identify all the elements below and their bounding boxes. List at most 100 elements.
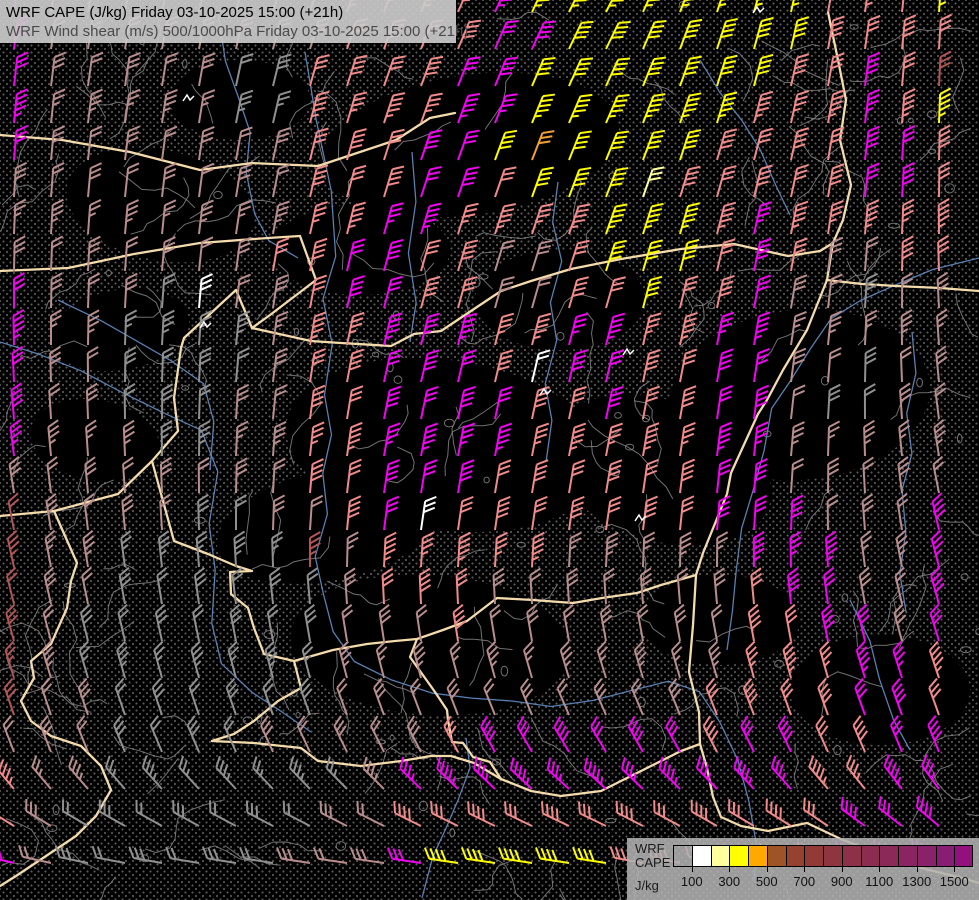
wind-barb xyxy=(679,0,703,13)
contour-squiggle xyxy=(15,108,48,198)
wind-barb xyxy=(572,846,607,864)
legend-tick-label: 1500 xyxy=(939,874,969,889)
wind-barb xyxy=(124,88,141,124)
wind-barb xyxy=(765,798,792,827)
contour-loop xyxy=(182,59,188,69)
wind-barb xyxy=(596,640,609,679)
wind-barb xyxy=(153,640,165,679)
wind-barb xyxy=(568,20,594,50)
contour-loop xyxy=(193,516,206,524)
wind-barb xyxy=(235,347,250,383)
legend-color-cell xyxy=(673,845,692,867)
contour-squiggle xyxy=(908,763,953,841)
legend-color-cell xyxy=(804,845,823,867)
wind-barb xyxy=(161,383,174,420)
contour-squiggle xyxy=(258,841,323,852)
wind-barb xyxy=(193,567,207,605)
wind-barb xyxy=(599,603,613,642)
contour-squiggle xyxy=(559,894,565,900)
contour-loop xyxy=(907,117,914,124)
legend-color-cell xyxy=(691,845,711,867)
wind-barb xyxy=(864,14,881,50)
wind-barb xyxy=(42,603,55,642)
wind-barb xyxy=(13,88,29,124)
legend-tick xyxy=(729,867,731,872)
wind-barb xyxy=(346,311,365,346)
wind-barb xyxy=(44,529,57,568)
wind-barb xyxy=(827,163,845,198)
contour-squiggle xyxy=(147,758,179,795)
wind-barb xyxy=(790,494,804,531)
wind-barb xyxy=(556,678,570,716)
wind-barb xyxy=(790,53,810,87)
wind-barb xyxy=(931,492,946,531)
wind-barb xyxy=(621,757,644,790)
wind-barb xyxy=(642,93,666,124)
contour-squiggle xyxy=(613,62,675,95)
legend-colorbar xyxy=(673,845,973,867)
map-graphics xyxy=(0,0,979,900)
legend-color-cell xyxy=(935,845,955,867)
legend-color-cell xyxy=(954,845,973,867)
wind-barb xyxy=(227,640,240,679)
wind-barb xyxy=(705,677,719,716)
contour-loop xyxy=(956,433,963,444)
wind-barb xyxy=(935,345,948,383)
wind-barb xyxy=(235,457,248,494)
wind-barb xyxy=(679,18,703,50)
wind-barb xyxy=(823,567,836,605)
wind-barb xyxy=(633,640,647,679)
wind-barb xyxy=(603,567,616,605)
wind-barb xyxy=(197,457,210,494)
wind-barb xyxy=(114,677,127,716)
wind-barb xyxy=(679,275,699,309)
legend-color-cell xyxy=(766,845,786,867)
wind-barb xyxy=(531,0,557,13)
wind-barb xyxy=(864,236,879,272)
wind-barb xyxy=(467,801,496,827)
contour-squiggle xyxy=(781,43,820,61)
legend-tick-label: 700 xyxy=(793,874,816,889)
wind-barb xyxy=(642,129,666,161)
wind-barb xyxy=(702,715,719,753)
contour-squiggle xyxy=(0,630,6,635)
contour-squiggle xyxy=(0,664,44,678)
wind-barb xyxy=(716,165,737,198)
wind-barb xyxy=(716,275,735,309)
wind-barb xyxy=(679,202,700,235)
wind-barb xyxy=(642,275,663,309)
contour-squiggle xyxy=(103,564,136,571)
wind-barb xyxy=(789,530,802,568)
wind-barb xyxy=(742,677,758,716)
wind-barb xyxy=(393,801,422,827)
wind-barb xyxy=(245,800,274,827)
title-box: WRF CAPE (J/kg) Friday 03-10-2025 15:00 … xyxy=(0,0,468,43)
wind-barb xyxy=(192,603,204,642)
wind-barb xyxy=(901,161,916,198)
wind-barb xyxy=(457,239,479,272)
contour-loop xyxy=(849,24,859,30)
wind-barb xyxy=(113,715,127,753)
wind-barb xyxy=(827,89,845,124)
wind-barb xyxy=(296,715,311,753)
wind-barb xyxy=(938,161,951,198)
contour-squiggle xyxy=(879,558,950,633)
wind-barb xyxy=(383,55,406,87)
wind-barb xyxy=(883,754,903,790)
contour-loop xyxy=(46,824,58,833)
wind-barb xyxy=(197,493,210,531)
wind-barb xyxy=(531,20,557,50)
wind-barb xyxy=(104,755,126,790)
legend-tick xyxy=(804,867,806,872)
wind-barb xyxy=(272,274,289,309)
map-canvas xyxy=(0,0,979,900)
wind-barb xyxy=(516,715,533,753)
wind-barb xyxy=(178,755,200,790)
wind-barb xyxy=(319,800,348,827)
legend-label: WRF CAPE xyxy=(635,842,670,870)
wind-barb xyxy=(198,273,213,309)
contour-loop xyxy=(295,712,301,719)
legend-color-cell xyxy=(916,845,936,867)
contour-loop xyxy=(449,828,456,838)
wind-barb xyxy=(443,715,459,753)
